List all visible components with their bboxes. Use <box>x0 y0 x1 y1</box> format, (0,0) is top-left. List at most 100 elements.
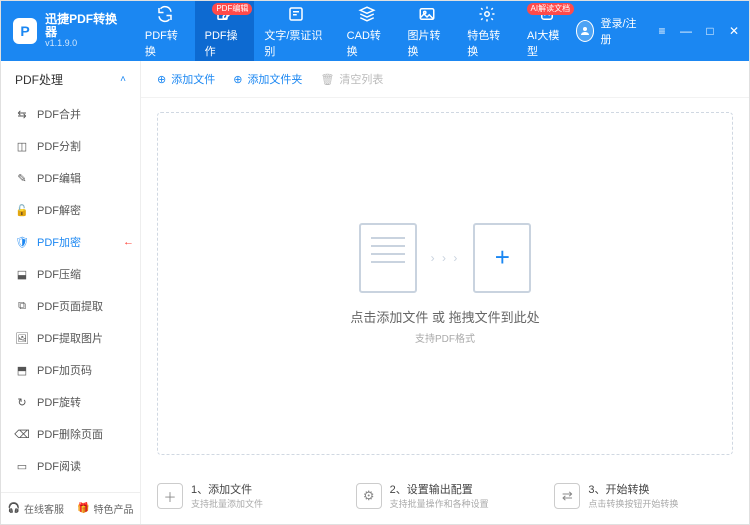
add-target-icon: + <box>473 223 531 293</box>
sidebar-item-encrypt[interactable]: 🛡 PDF加密 ← <box>1 226 140 258</box>
sidebar-item-reader[interactable]: ▭PDF阅读 <box>1 450 140 482</box>
tab-label: PDF操作 <box>205 27 245 59</box>
extract-page-icon: ⧉ <box>15 299 29 313</box>
login-label: 登录/注册 <box>600 15 639 47</box>
merge-icon: ⇆ <box>15 107 29 121</box>
image-icon <box>417 4 437 24</box>
plus-file-icon: ⊕ <box>157 73 166 86</box>
step-add-icon: ＋ <box>157 483 183 509</box>
dropzone-subtitle: 支持PDF格式 <box>415 330 475 345</box>
support-button[interactable]: 🎧在线客服 <box>1 493 71 524</box>
logo-icon: P <box>13 18 37 44</box>
pointer-arrow-icon: ← <box>123 236 134 248</box>
sidebar-item-extract-image[interactable]: 🖼 PDF提取图片 <box>1 322 140 354</box>
sidebar-item-compress[interactable]: ⬓PDF压缩 <box>1 258 140 290</box>
tab-image[interactable]: 图片转换 <box>398 1 458 61</box>
plus-folder-icon: ⊕ <box>233 73 242 86</box>
document-icon <box>359 223 417 293</box>
add-folder-label: 添加文件夹 <box>247 71 302 87</box>
menu-button[interactable]: ≡ <box>655 24 669 38</box>
sidebar-item-label: PDF删除页面 <box>37 426 103 442</box>
step-sub: 支持批量操作和各种设置 <box>390 497 489 510</box>
trash-icon: 🗑 <box>320 73 334 86</box>
tab-badge: AI解读文档 <box>527 3 575 15</box>
minimize-button[interactable]: — <box>679 24 693 38</box>
gift-icon: 🎁 <box>77 503 89 514</box>
delete-page-icon: ⌫ <box>15 427 29 441</box>
step-title: 2、设置输出配置 <box>390 481 489 497</box>
sidebar-item-label: PDF提取图片 <box>37 330 103 346</box>
sidebar-item-rotate[interactable]: ↻ PDF旋转 <box>1 386 140 418</box>
tab-label: CAD转换 <box>347 27 388 59</box>
chevron-up-icon: ˄ <box>120 74 126 85</box>
add-file-button[interactable]: ⊕ 添加文件 <box>157 71 215 87</box>
split-icon: ◫ <box>15 139 29 153</box>
sidebar-item-label: PDF加页码 <box>37 362 92 378</box>
app-name: 迅捷PDF转换器 <box>45 13 123 39</box>
sidebar-item-extract-page[interactable]: ⧉ PDF页面提取 <box>1 290 140 322</box>
step-sub: 点击转换按钮开始转换 <box>588 497 678 510</box>
featured-label: 特色产品 <box>93 501 133 516</box>
tab-ocr[interactable]: 文字/票证识别 <box>254 1 336 61</box>
tab-label: PDF转换 <box>145 27 185 59</box>
sidebar-item-decrypt[interactable]: 🔓 PDF解密 <box>1 194 140 226</box>
tab-badge: PDF编辑 <box>212 3 252 15</box>
step-sub: 支持批量添加文件 <box>191 497 263 510</box>
rotate-icon: ↻ <box>15 395 29 409</box>
reader-icon: ▭ <box>15 459 29 473</box>
sidebar-item-label: PDF加密 <box>37 234 81 250</box>
step-2: ⚙ 2、设置输出配置支持批量操作和各种设置 <box>356 481 535 510</box>
add-file-label: 添加文件 <box>171 71 215 87</box>
close-button[interactable]: ✕ <box>727 24 741 38</box>
step-title: 3、开始转换 <box>588 481 678 497</box>
sidebar-item-delete-page[interactable]: ⌫ PDF删除页面 <box>1 418 140 450</box>
featured-button[interactable]: 🎁 特色产品 <box>71 493 141 524</box>
tab-cad[interactable]: CAD转换 <box>337 1 398 61</box>
sidebar-item-label: PDF编辑 <box>37 170 81 186</box>
sidebar-item-label: PDF页面提取 <box>37 298 103 314</box>
sidebar-item-label: PDF解密 <box>37 202 81 218</box>
add-folder-button[interactable]: ⊕ 添加文件夹 <box>233 71 302 87</box>
title-bar: P 迅捷PDF转换器 v1.1.9.0 PDF转换 PDF编辑 PDF操作 文字… <box>1 1 749 61</box>
sidebar-item-merge[interactable]: ⇆PDF合并 <box>1 98 140 130</box>
sidebar-item-split[interactable]: ◫ PDF分割 <box>1 130 140 162</box>
sidebar-section-label: PDF处理 <box>15 71 63 88</box>
sidebar-item-page-number[interactable]: ⬒PDF加页码 <box>1 354 140 386</box>
sidebar-item-edit[interactable]: ✎ PDF编辑 <box>1 162 140 194</box>
app-logo: P 迅捷PDF转换器 v1.1.9.0 <box>1 13 135 49</box>
headset-icon: 🎧 <box>8 503 20 514</box>
sidebar: PDF处理 ˄ ⇆PDF合并 ◫ PDF分割 ✎ PDF编辑 🔓 PDF解密 🛡 PDF… <box>1 61 141 524</box>
sidebar-item-label: PDF分割 <box>37 138 81 154</box>
sidebar-item-label: PDF压缩 <box>37 266 81 282</box>
app-version: v1.1.9.0 <box>45 39 123 49</box>
tab-label: AI大模型 <box>527 27 566 59</box>
shield-icon: 🛡 <box>15 235 29 249</box>
clear-list-button[interactable]: 🗑 清空列表 <box>320 71 383 87</box>
toolbar: ⊕ 添加文件 ⊕ 添加文件夹 🗑 清空列表 <box>141 61 749 98</box>
steps-row: ＋ 1、添加文件支持批量添加文件 ⚙ 2、设置输出配置支持批量操作和各种设置 ⇄… <box>141 469 749 524</box>
ocr-icon <box>286 4 306 24</box>
arrow-dots-icon: › › › <box>431 251 460 265</box>
step-1: ＋ 1、添加文件支持批量添加文件 <box>157 481 336 510</box>
tab-special[interactable]: 特色转换 <box>457 1 517 61</box>
step-3: ⇄ 3、开始转换点击转换按钮开始转换 <box>554 481 733 510</box>
sidebar-section-header[interactable]: PDF处理 ˄ <box>1 61 140 98</box>
clear-list-label: 清空列表 <box>339 71 383 87</box>
file-dropzone[interactable]: › › › + 点击添加文件 或 拖拽文件到此处 支持PDF格式 <box>157 112 733 455</box>
top-tabs: PDF转换 PDF编辑 PDF操作 文字/票证识别 CAD转换 图片转换 <box>135 1 576 61</box>
tab-label: 图片转换 <box>408 27 448 59</box>
tab-pdf-operate[interactable]: PDF编辑 PDF操作 <box>195 1 255 61</box>
tab-ai[interactable]: AI解读文档 AI大模型 <box>517 1 576 61</box>
tab-label: 特色转换 <box>467 27 507 59</box>
special-icon <box>477 4 497 24</box>
cad-icon <box>357 4 377 24</box>
extract-image-icon: 🖼 <box>15 331 29 345</box>
pencil-icon: ✎ <box>15 171 29 185</box>
maximize-button[interactable]: □ <box>703 24 717 38</box>
login-button[interactable]: 登录/注册 <box>576 15 639 47</box>
sidebar-item-label: PDF旋转 <box>37 394 81 410</box>
tab-label: 文字/票证识别 <box>264 27 326 59</box>
tab-pdf-convert[interactable]: PDF转换 <box>135 1 195 61</box>
step-convert-icon: ⇄ <box>554 483 580 509</box>
unlock-icon: 🔓 <box>15 203 29 217</box>
